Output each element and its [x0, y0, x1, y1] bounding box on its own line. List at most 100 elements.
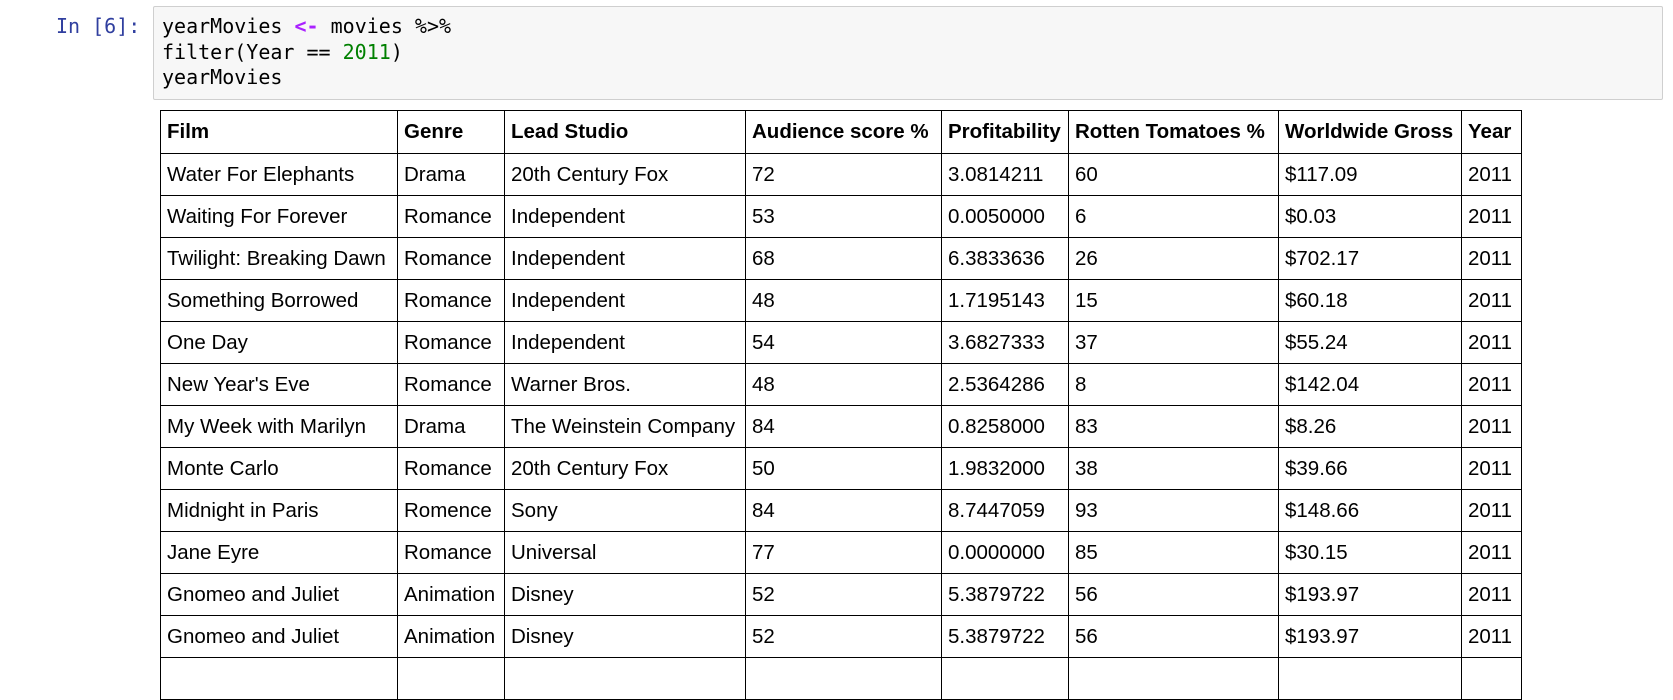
- table-cell: 20th Century Fox: [504, 447, 746, 490]
- table-cell: $55.24: [1278, 321, 1462, 364]
- table-cell: 85: [1068, 531, 1279, 574]
- code-line-1: yearMovies <- movies %>%: [162, 14, 451, 40]
- table-cell: 38: [1068, 447, 1279, 490]
- table-cell: Romance: [397, 447, 505, 490]
- column-header-lead-studio: Lead Studio: [504, 110, 746, 154]
- table-row: Twilight: Breaking Dawn Romance Independen…: [160, 237, 1522, 280]
- table-cell: Disney: [504, 615, 746, 658]
- table-cell: Monte Carlo: [160, 447, 398, 490]
- table-cell: 2011: [1461, 363, 1522, 406]
- table-cell: 2011: [1461, 615, 1522, 658]
- table-cell: 68: [745, 237, 942, 280]
- table-cell: Gnomeo and Juliet: [160, 573, 398, 616]
- table-row: New Year's Eve Romance Warner Bros. 48 2.536…: [160, 363, 1522, 406]
- code-token: yearMovies: [162, 65, 283, 89]
- notebook-cell: In [6]: yearMovies <- movies %>% filter(Y…: [0, 0, 1673, 700]
- table-cell: 1.9832000: [941, 447, 1069, 490]
- code-token: ==: [306, 39, 331, 64]
- table-cell: 5.3879722: [941, 573, 1069, 616]
- table-cell: 2011: [1461, 573, 1522, 616]
- code-line-3: yearMovies: [162, 65, 451, 91]
- table-cell: 84: [745, 489, 942, 532]
- table-cell: Independent: [504, 237, 746, 280]
- table-row: One Day Romance Independent 54 3.6827333 37 $5…: [160, 321, 1522, 364]
- table-cell: One Day: [160, 321, 398, 364]
- table-cell: 3.6827333: [941, 321, 1069, 364]
- table-cell: 2011: [1461, 531, 1522, 574]
- table-cell: 2011: [1461, 195, 1522, 238]
- code-token: <-: [294, 14, 319, 38]
- table-cell: 2011: [1461, 237, 1522, 280]
- table-cell: 48: [745, 279, 942, 322]
- table-cell: 20th Century Fox: [504, 153, 746, 196]
- table-cell: My Week with Marilyn: [160, 405, 398, 448]
- table-cell: 3.0814211: [941, 153, 1069, 196]
- table-cell: 2011: [1461, 153, 1522, 196]
- table-cell: 52: [745, 573, 942, 616]
- table-row: Monte Carlo Romance 20th Century Fox 50 1.98…: [160, 447, 1522, 490]
- table-cell: Romance: [397, 531, 505, 574]
- table-cell: [397, 657, 505, 700]
- table-cell: $39.66: [1278, 447, 1462, 490]
- table-row: Gnomeo and Juliet Animation Disney 52 5.3879…: [160, 615, 1522, 658]
- table-cell: $8.26: [1278, 405, 1462, 448]
- output-area: Film Genre Lead Studio Audience score % …: [160, 110, 1522, 700]
- table-cell: Water For Elephants: [160, 153, 398, 196]
- table-cell: Gnomeo and Juliet: [160, 615, 398, 658]
- table-cell: 2011: [1461, 447, 1522, 490]
- table-cell: 6.3833636: [941, 237, 1069, 280]
- table-cell: 2011: [1461, 489, 1522, 532]
- table-cell: 53: [745, 195, 942, 238]
- column-header-genre: Genre: [397, 110, 505, 154]
- table-cell: 54: [745, 321, 942, 364]
- column-header-year: Year: [1461, 110, 1522, 154]
- table-cell: Romance: [397, 195, 505, 238]
- table-cell: 8.7447059: [941, 489, 1069, 532]
- table-cell: $60.18: [1278, 279, 1462, 322]
- code-token: ): [390, 39, 403, 64]
- table-cell: 2011: [1461, 321, 1522, 364]
- code-token: 2011: [342, 39, 391, 64]
- table-row: [160, 657, 1522, 700]
- column-header-worldwide-gross: Worldwide Gross: [1278, 110, 1462, 154]
- table-cell: 2011: [1461, 405, 1522, 448]
- table-cell: $193.97: [1278, 615, 1462, 658]
- table-cell: 2.5364286: [941, 363, 1069, 406]
- table-cell: $193.97: [1278, 573, 1462, 616]
- table-cell: 77: [745, 531, 942, 574]
- table-cell: Romance: [397, 321, 505, 364]
- table-cell: 6: [1068, 195, 1279, 238]
- table-row: My Week with Marilyn Drama The Weinstein C…: [160, 405, 1522, 448]
- dataframe-table: Film Genre Lead Studio Audience score % …: [160, 110, 1522, 700]
- code-token: movies: [330, 14, 403, 38]
- table-cell: 50: [745, 447, 942, 490]
- table-cell: [160, 657, 398, 700]
- table-cell: Twilight: Breaking Dawn: [160, 237, 398, 280]
- column-header-profitability: Profitability: [941, 110, 1069, 154]
- table-cell: 8: [1068, 363, 1279, 406]
- code-token: yearMovies: [162, 14, 283, 38]
- table-cell: 15: [1068, 279, 1279, 322]
- table-cell: 5.3879722: [941, 615, 1069, 658]
- table-row: Waiting For Forever Romance Independent 53 0…: [160, 195, 1522, 238]
- table-cell: 83: [1068, 405, 1279, 448]
- table-row: Something Borrowed Romance Independent 48 1.…: [160, 279, 1522, 322]
- table-cell: [1278, 657, 1462, 700]
- table-cell: Waiting For Forever: [160, 195, 398, 238]
- table-cell: 48: [745, 363, 942, 406]
- table-cell: Sony: [504, 489, 746, 532]
- table-cell: Animation: [397, 573, 505, 616]
- table-cell: The Weinstein Company: [504, 405, 746, 448]
- table-row: Gnomeo and Juliet Animation Disney 52 5.3879…: [160, 573, 1522, 616]
- table-cell: New Year's Eve: [160, 363, 398, 406]
- table-cell: Universal: [504, 531, 746, 574]
- table-cell: [1461, 657, 1522, 700]
- code-editor[interactable]: yearMovies <- movies %>% filter(Year == 2…: [153, 6, 1663, 100]
- table-cell: 2011: [1461, 279, 1522, 322]
- table-cell: 93: [1068, 489, 1279, 532]
- table-cell: Drama: [397, 153, 505, 196]
- table-body: Water For Elephants Drama 20th Century Fox…: [160, 153, 1522, 700]
- table-cell: [504, 657, 746, 700]
- table-cell: $117.09: [1278, 153, 1462, 196]
- column-header-film: Film: [160, 110, 398, 154]
